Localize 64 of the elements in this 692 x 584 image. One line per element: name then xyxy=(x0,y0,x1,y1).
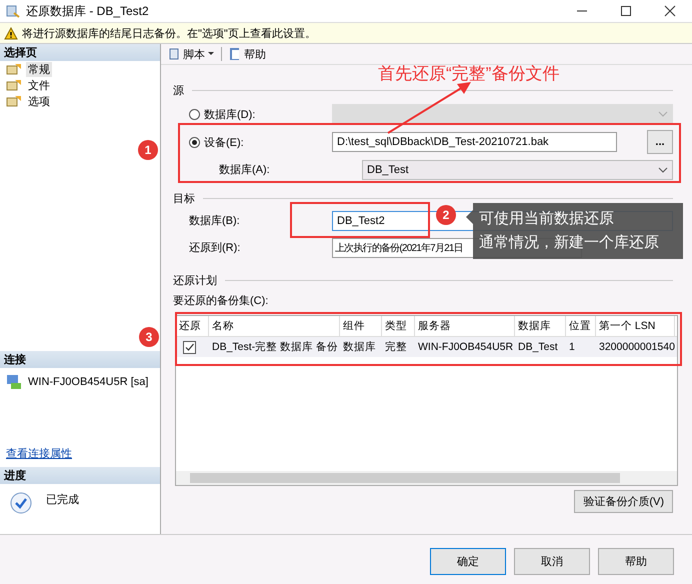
device-path-field[interactable]: D:\test_sql\DBback\DB_Test-20210721.bak xyxy=(332,132,617,152)
check-circle-icon xyxy=(10,492,32,514)
column-header[interactable]: 名称 xyxy=(209,316,340,336)
verify-media-button[interactable]: 验证备份介质(V) xyxy=(574,490,673,513)
radio-label: 数据库(D): xyxy=(204,108,256,122)
radio-button[interactable] xyxy=(189,136,200,148)
warning-icon xyxy=(4,26,18,40)
field-label: 数据库(A): xyxy=(219,162,270,177)
app-icon xyxy=(6,4,20,18)
page-item[interactable]: 常规 xyxy=(26,62,52,76)
column-header[interactable]: 还原 xyxy=(176,316,209,336)
table-cell-text: WIN-FJ0OB454U5R xyxy=(417,341,514,353)
radio-button[interactable] xyxy=(189,108,200,120)
browse-button[interactable]: ... xyxy=(647,130,673,154)
column-header[interactable]: 服务器 xyxy=(415,316,515,336)
step-badge: 2 xyxy=(436,205,456,225)
dialog-button[interactable]: 帮助 xyxy=(598,548,674,574)
page-icon xyxy=(6,63,22,75)
group-title: 还原计划 xyxy=(173,274,217,288)
connection-properties-link[interactable]: 查看连接属性 xyxy=(0,440,160,467)
dialog-button[interactable]: 确定 xyxy=(430,548,506,574)
script-icon xyxy=(167,47,181,61)
help-icon xyxy=(228,47,242,61)
warning-message: 将进行源数据库的结尾日志备份。在"选项"页上查看此设置。 xyxy=(22,26,316,40)
table-cell-text: 3200000001540 xyxy=(598,341,675,353)
page-item[interactable]: 文件 xyxy=(26,78,52,92)
table-cell-text: 完整 xyxy=(384,340,408,354)
radio-label: 设备(E): xyxy=(204,136,244,150)
server-icon xyxy=(6,374,22,390)
progress-status: 已完成 xyxy=(46,492,79,507)
table-cell-text: DB_Test-完整 数据库 备份 xyxy=(211,340,340,354)
chevron-icon xyxy=(658,109,668,119)
section-header: 连接 xyxy=(0,351,160,368)
page-icon xyxy=(6,95,22,107)
window-title: 还原数据库 - DB_Test2 xyxy=(26,2,150,20)
dialog-button[interactable]: 取消 xyxy=(514,548,590,574)
table-cell-text: 1 xyxy=(568,341,576,353)
group-title: 源 xyxy=(173,84,184,98)
table-cell-text: 数据库 xyxy=(342,340,377,354)
column-header[interactable]: 类型 xyxy=(382,316,415,336)
script-button[interactable]: 脚本 xyxy=(165,46,217,62)
table-label: 要还原的备份集(C): xyxy=(173,294,270,309)
section-header: 进度 xyxy=(0,467,160,484)
caret-icon xyxy=(207,51,215,57)
column-header[interactable]: 组件 xyxy=(340,316,382,336)
help-button[interactable]: 帮助 xyxy=(226,46,268,62)
field-label: 数据库(B): xyxy=(189,214,240,228)
column-header[interactable]: 位置 xyxy=(566,316,596,336)
tooltip-line: 可使用当前数据还原 xyxy=(479,209,615,229)
horizontal-scrollbar[interactable] xyxy=(176,471,677,485)
database-dropdown[interactable] xyxy=(332,104,673,124)
field-label: 还原到(R): xyxy=(189,241,240,255)
chevron-icon xyxy=(658,164,668,174)
page-icon xyxy=(6,79,22,91)
database-dropdown[interactable]: DB_Test xyxy=(362,160,673,180)
annotation-heading: 首先还原“完整”备份文件 xyxy=(378,63,560,85)
server-name: WIN-FJ0OB454U5R [sa] xyxy=(28,376,148,388)
page-item[interactable]: 选项 xyxy=(26,94,52,108)
section-header: 选择页 xyxy=(0,44,160,61)
table-cell-text: DB_Test xyxy=(517,341,559,353)
column-header[interactable]: 第一个 LSN xyxy=(596,316,675,336)
group-title: 目标 xyxy=(173,192,195,206)
column-header[interactable]: 数据库 xyxy=(515,316,566,336)
restore-checkbox[interactable] xyxy=(183,340,196,354)
